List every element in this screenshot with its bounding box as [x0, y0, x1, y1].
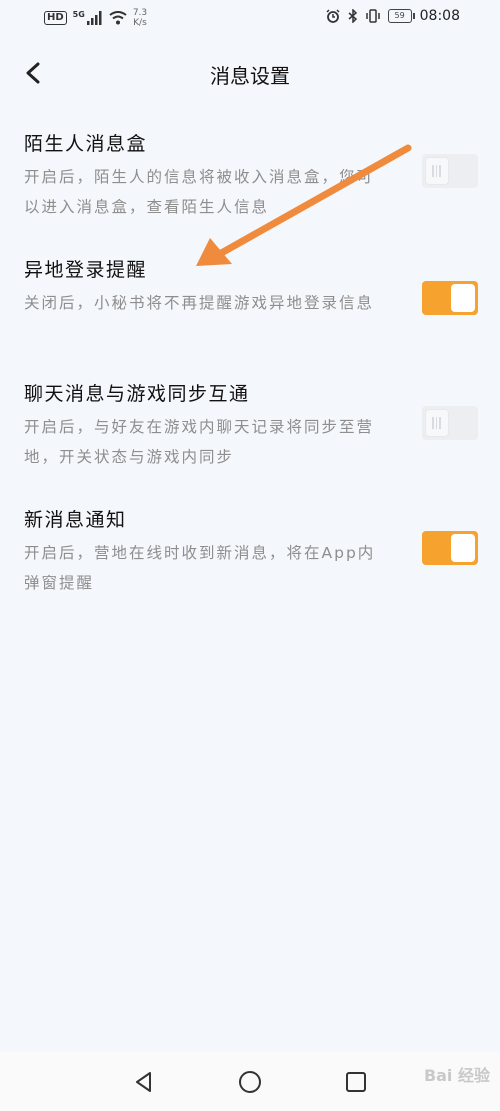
wifi-icon — [109, 11, 127, 25]
new-message-notice-toggle[interactable] — [422, 531, 478, 565]
alarm-icon — [326, 9, 340, 23]
setting-chat-sync: 聊天消息与游戏同步互通 开启后，与好友在游戏内聊天记录将同步至营地，开关状态与游… — [24, 380, 480, 472]
watermark: Bai 经验 — [423, 1066, 490, 1085]
battery-icon: 59 — [387, 9, 415, 23]
nav-recents-icon[interactable] — [344, 1070, 368, 1094]
network-label: 5G — [72, 9, 85, 19]
setting-title: 聊天消息与游戏同步互通 — [24, 383, 250, 405]
header: 消息设置 — [0, 50, 500, 96]
vibrate-icon — [365, 9, 380, 23]
toggle-knob — [425, 409, 449, 437]
toggle-knob — [451, 534, 475, 562]
setting-description: 开启后，与好友在游戏内聊天记录将同步至营地，开关状态与游戏内同步 — [24, 418, 375, 466]
nav-back-icon[interactable] — [132, 1070, 156, 1094]
remote-login-alert-toggle[interactable] — [422, 281, 478, 315]
system-nav-bar: Bai 经验 — [0, 1052, 500, 1111]
nav-home-icon[interactable] — [238, 1070, 262, 1094]
chat-sync-toggle[interactable] — [422, 406, 478, 440]
setting-description: 关闭后，小秘书将不再提醒游戏异地登录信息 — [24, 294, 375, 312]
status-left: HD 5G 7.3 K/s — [44, 8, 147, 28]
annotation-arrow-icon — [196, 144, 412, 266]
toggle-knob — [451, 284, 475, 312]
setting-title: 新消息通知 — [24, 509, 127, 531]
speed-value: 7.3 — [132, 8, 148, 18]
signal-icon — [86, 11, 102, 25]
stranger-inbox-toggle[interactable] — [422, 154, 478, 188]
speed-unit: K/s — [133, 18, 147, 28]
page-title: 消息设置 — [210, 64, 290, 88]
status-bar: HD 5G 7.3 K/s 59 08:08 — [0, 0, 500, 36]
toggle-knob — [425, 157, 449, 185]
setting-new-message-notice: 新消息通知 开启后，营地在线时收到新消息，将在App内弹窗提醒 — [24, 506, 480, 598]
status-right: 59 08:08 — [326, 8, 460, 24]
clock: 08:08 — [419, 8, 460, 24]
setting-description: 开启后，营地在线时收到新消息，将在App内弹窗提醒 — [24, 544, 376, 592]
hd-badge: HD — [44, 11, 67, 25]
bluetooth-icon — [348, 9, 357, 23]
network-speed: 7.3 K/s — [133, 8, 147, 28]
